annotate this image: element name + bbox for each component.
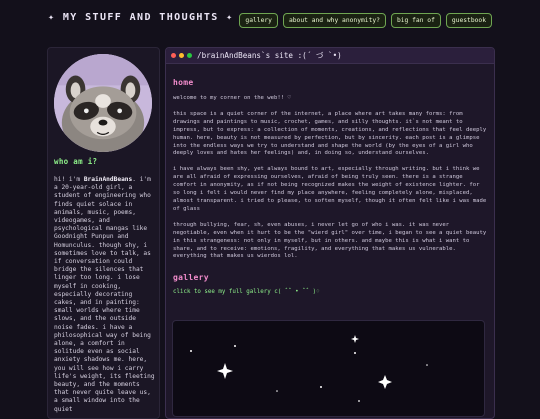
window-title: /brainAndBeans`s site :(´ づ `•) xyxy=(197,51,342,60)
raccoon-avatar-image xyxy=(54,54,152,152)
bio-body: . i'm a 20-year-old girl, a student of e… xyxy=(54,176,155,413)
window-content: home welcome to my corner on the web!! ♡… xyxy=(166,78,494,295)
bio-text: hi! i'm BrainAndBeans. i'm a 20-year-old… xyxy=(54,176,156,414)
site-title: ✦ MY STUFF AND THOUGHTS ✦ xyxy=(48,12,234,23)
home-paragraph-2: i have always been shy, yet always bound… xyxy=(173,166,487,212)
sparkle-stars-image xyxy=(190,335,428,402)
maximize-dot-icon[interactable] xyxy=(187,53,192,58)
nav-guestbook-button[interactable]: guestbook xyxy=(445,13,492,28)
nav-big-fan-of-button[interactable]: big fan of xyxy=(390,13,441,28)
gallery-link[interactable]: click to see my full gallery c( ˆˆ • ˆˆ … xyxy=(173,289,487,295)
top-nav: gallery about and why anonymity? big fan… xyxy=(239,13,492,28)
home-paragraph-1: this space is a quiet corner of the inte… xyxy=(173,110,487,157)
gallery-heading: gallery xyxy=(173,273,209,283)
about-heading: who am i? xyxy=(54,157,98,166)
bio-username: BrainAndBeans xyxy=(83,176,133,183)
window-titlebar: /brainAndBeans`s site :(´ づ `•) xyxy=(166,48,494,64)
home-heading: home xyxy=(173,78,194,87)
nav-gallery-button[interactable]: gallery xyxy=(239,13,278,28)
profile-sidebar: who am i? hi! i'm BrainAndBeans. i'm a 2… xyxy=(47,47,160,419)
bio-intro: hi! i'm xyxy=(54,176,84,183)
welcome-text: welcome to my corner on the web!! ♡ xyxy=(173,95,291,101)
close-dot-icon[interactable] xyxy=(171,53,176,58)
nav-about-button[interactable]: about and why anonymity? xyxy=(282,13,386,28)
minimize-dot-icon[interactable] xyxy=(179,53,184,58)
avatar xyxy=(54,54,152,152)
gallery-preview[interactable] xyxy=(172,320,485,417)
home-paragraph-3: through bullying, fear, sh, even abuses,… xyxy=(173,221,487,260)
